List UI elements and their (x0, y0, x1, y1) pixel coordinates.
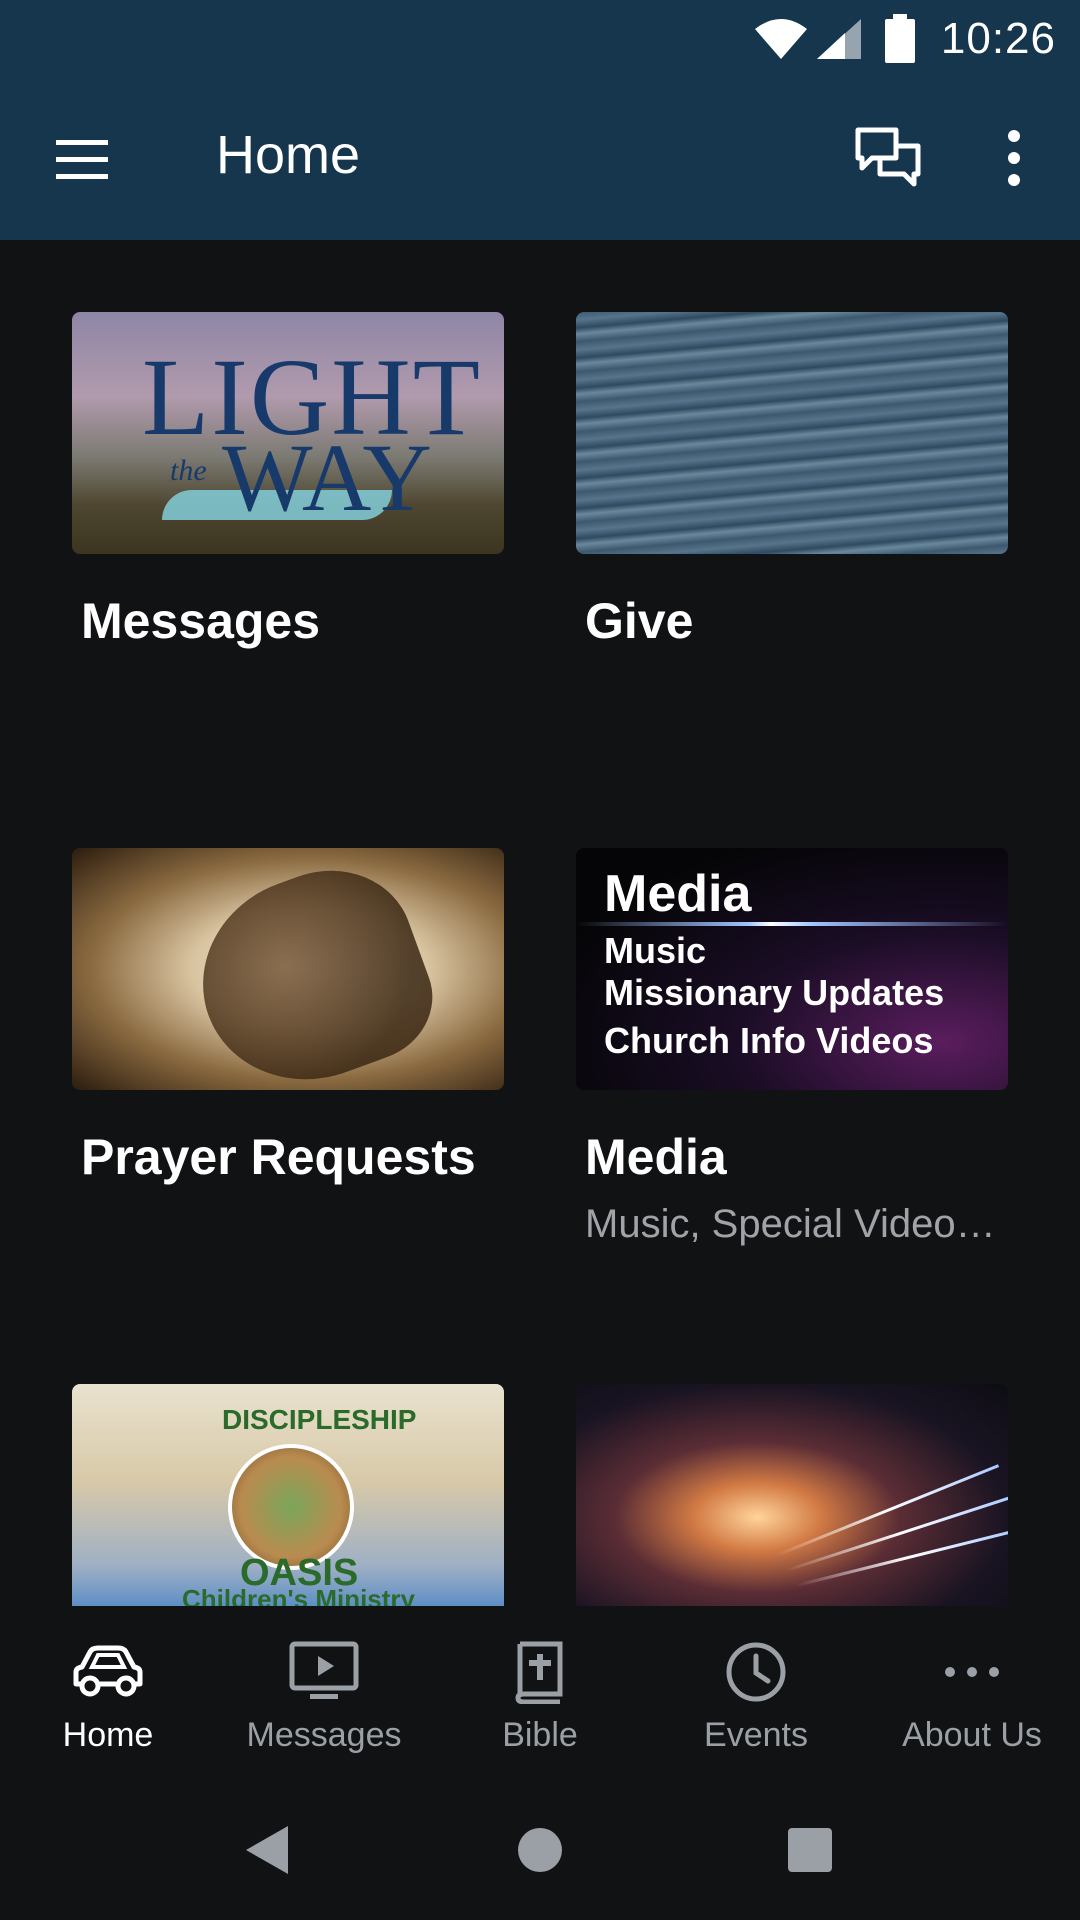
card-childrens-ministry[interactable]: DISCIPLESHIP OASIS Children's Ministry (72, 1384, 504, 1606)
content-grid: LIGHT the WAY Messages Give Prayer Reque… (0, 240, 1080, 1606)
clock-icon (726, 1642, 786, 1702)
thumbnail-text: DISCIPLESHIP (222, 1404, 417, 1435)
system-navigation-bar (0, 1780, 1080, 1920)
nav-events[interactable]: Events (648, 1606, 864, 1780)
card-title: Messages (81, 593, 321, 649)
recents-square-icon[interactable] (780, 1820, 840, 1880)
status-bar: 10:26 (0, 0, 1080, 78)
thumbnail-text: Media (604, 865, 752, 923)
nav-bible[interactable]: Bible (432, 1606, 648, 1780)
card-road[interactable] (576, 1384, 1008, 1606)
thumbnail-text: Music (604, 930, 707, 971)
bottom-navigation: Home Messages Bible Events About Us (0, 1606, 1080, 1780)
more-vert-icon[interactable] (990, 122, 1038, 194)
thumbnail-text: Missionary Updates (604, 972, 945, 1013)
give-thumbnail (576, 312, 1008, 554)
prayer-thumbnail (72, 848, 504, 1090)
card-media[interactable]: Media Music Missionary Updates Church In… (576, 848, 1008, 1247)
menu-icon[interactable] (52, 130, 112, 190)
oasis-thumbnail: DISCIPLESHIP OASIS Children's Ministry (72, 1384, 504, 1606)
messages-thumbnail: LIGHT the WAY (72, 312, 504, 554)
nav-label: About Us (902, 1716, 1042, 1754)
thumbnail-text: WAY (222, 424, 432, 531)
nav-label: Home (62, 1716, 154, 1754)
card-title: Media (585, 1129, 727, 1185)
chat-icon[interactable] (852, 122, 924, 194)
card-give[interactable]: Give (576, 312, 1008, 650)
nav-label: Bible (502, 1716, 578, 1754)
thumbnail-text: the (170, 454, 207, 487)
thumbnail-text: Church Info Videos (604, 1020, 934, 1061)
wifi-icon (754, 19, 807, 59)
nav-about-us[interactable]: About Us (864, 1606, 1080, 1780)
card-subtitle: Music, Special Video… (585, 1202, 996, 1246)
praying-hands-image (174, 848, 450, 1090)
dots-horizontal-icon (945, 1667, 999, 1677)
home-circle-icon[interactable] (510, 1820, 570, 1880)
nav-label: Events (704, 1716, 808, 1754)
nav-home[interactable]: Home (0, 1606, 216, 1780)
app-bar: Home (0, 78, 1080, 240)
media-thumbnail: Media Music Missionary Updates Church In… (576, 848, 1008, 1090)
tv-play-icon (289, 1641, 359, 1699)
clock-time: 10:26 (940, 14, 1056, 63)
card-prayer-requests[interactable]: Prayer Requests (72, 848, 504, 1186)
back-icon[interactable] (238, 1820, 298, 1880)
card-title: Give (585, 593, 694, 649)
thumbnail-text: Children's Ministry (182, 1584, 415, 1606)
nav-label: Messages (246, 1716, 402, 1754)
battery-icon (884, 14, 915, 63)
card-messages[interactable]: LIGHT the WAY Messages (72, 312, 504, 650)
bible-icon (515, 1641, 563, 1704)
page-title: Home (216, 125, 361, 185)
signal-icon (816, 19, 861, 59)
nav-messages[interactable]: Messages (216, 1606, 432, 1780)
card-title: Prayer Requests (81, 1129, 476, 1185)
car-icon (73, 1645, 143, 1697)
road-thumbnail (576, 1384, 1008, 1606)
